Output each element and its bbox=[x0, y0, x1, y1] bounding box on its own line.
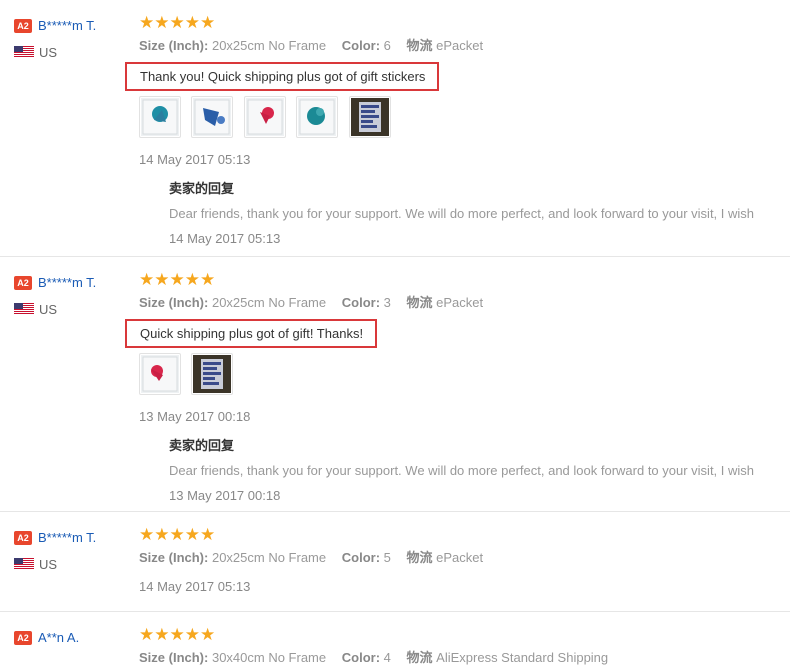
color-value: 6 bbox=[383, 38, 391, 53]
review-item: A2 B*****m T. US ★★★★★ Size (Inch): 20x25… bbox=[0, 511, 790, 612]
us-flag-icon bbox=[14, 45, 34, 60]
reviewer: A2 B*****m T. US bbox=[14, 274, 96, 318]
star-rating: ★★★★★ bbox=[139, 625, 216, 644]
review-date: 14 May 2017 05:13 bbox=[139, 579, 251, 594]
color-value: 5 bbox=[383, 550, 391, 565]
review-content: ★★★★★ Size (Inch): 20x25cm No Frame Colo… bbox=[125, 13, 790, 246]
size-value: 20x25cm No Frame bbox=[211, 295, 327, 310]
seller-reply: 卖家的回复 Dear friends, thank you for your s… bbox=[169, 181, 790, 246]
us-flag-icon bbox=[14, 557, 34, 572]
star-rating: ★★★★★ bbox=[139, 13, 216, 32]
shipping-label: 物流 bbox=[406, 650, 433, 665]
star-rating: ★★★★★ bbox=[139, 270, 216, 289]
review-photo[interactable] bbox=[243, 96, 286, 138]
level-badge: A2 bbox=[14, 18, 32, 33]
size-label: Size (Inch): bbox=[139, 550, 209, 565]
star-rating: ★★★★★ bbox=[139, 525, 216, 544]
review-date: 13 May 2017 00:18 bbox=[139, 409, 251, 424]
country-name: US bbox=[39, 557, 58, 573]
review-item: A2 B*****m T. US ★★★★★ Size (Inch): 20x25… bbox=[0, 256, 790, 512]
color-value: 3 bbox=[383, 295, 391, 310]
review-text: Thank you! Quick shipping plus got of gi… bbox=[125, 62, 440, 91]
reviewer-name[interactable]: B*****m T. bbox=[38, 530, 96, 545]
reply-date: 14 May 2017 05:13 bbox=[169, 231, 281, 246]
size-value: 20x25cm No Frame bbox=[211, 550, 327, 565]
review-photo[interactable] bbox=[139, 353, 181, 395]
color-label: Color: bbox=[341, 550, 381, 565]
review-content: ★★★★★ Size (Inch): 20x25cm No Frame Colo… bbox=[125, 270, 790, 503]
review-text: Quick shipping plus got of gift! Thanks! bbox=[125, 319, 378, 348]
reviewer-name[interactable]: B*****m T. bbox=[38, 18, 96, 33]
color-label: Color: bbox=[341, 38, 381, 53]
size-value: 20x25cm No Frame bbox=[211, 38, 327, 53]
review-photos bbox=[139, 96, 790, 138]
reply-text: Dear friends, thank you for your support… bbox=[169, 463, 755, 478]
us-flag-icon bbox=[14, 302, 34, 317]
review-photo[interactable] bbox=[191, 96, 234, 138]
reply-title: 卖家的回复 bbox=[169, 181, 235, 196]
reviewer: A2 A**n A. bbox=[14, 629, 79, 647]
order-info: Size (Inch): 20x25cm No Frame Color: 3 物… bbox=[139, 295, 790, 311]
level-badge: A2 bbox=[14, 275, 32, 290]
color-label: Color: bbox=[341, 650, 381, 665]
country-name: US bbox=[39, 45, 58, 61]
review-item: A2 B*****m T. US ★★★★★ Size (Inch): 20x25… bbox=[0, 0, 790, 256]
country-name: US bbox=[39, 302, 58, 318]
reviewer-name[interactable]: A**n A. bbox=[38, 630, 79, 645]
level-badge: A2 bbox=[14, 630, 32, 645]
reviewer-country: US bbox=[14, 44, 96, 61]
order-info: Size (Inch): 20x25cm No Frame Color: 6 物… bbox=[139, 38, 790, 54]
reply-date: 13 May 2017 00:18 bbox=[169, 488, 281, 503]
level-badge: A2 bbox=[14, 530, 32, 545]
shipping-value: ePacket bbox=[436, 295, 484, 310]
seller-reply: 卖家的回复 Dear friends, thank you for your s… bbox=[169, 438, 790, 503]
shipping-value: AliExpress Standard Shipping bbox=[436, 650, 609, 665]
color-label: Color: bbox=[341, 295, 381, 310]
reviewer: A2 B*****m T. US bbox=[14, 17, 96, 61]
reply-text: Dear friends, thank you for your support… bbox=[169, 206, 755, 221]
review-item: A2 A**n A. ★★★★★ Size (Inch): 30x40cm No … bbox=[0, 611, 790, 666]
review-photo[interactable] bbox=[348, 96, 391, 138]
reviewer-country: US bbox=[14, 556, 96, 573]
size-label: Size (Inch): bbox=[139, 38, 209, 53]
size-label: Size (Inch): bbox=[139, 650, 209, 665]
size-value: 30x40cm No Frame bbox=[211, 650, 327, 665]
order-info: Size (Inch): 30x40cm No Frame Color: 4 物… bbox=[139, 650, 790, 666]
review-photo[interactable] bbox=[296, 96, 339, 138]
review-photo[interactable] bbox=[139, 96, 181, 138]
reviewer-name[interactable]: B*****m T. bbox=[38, 275, 96, 290]
shipping-label: 物流 bbox=[406, 295, 433, 310]
review-content: ★★★★★ Size (Inch): 30x40cm No Frame Colo… bbox=[139, 626, 790, 666]
shipping-label: 物流 bbox=[406, 550, 433, 565]
review-content: ★★★★★ Size (Inch): 20x25cm No Frame Colo… bbox=[139, 525, 790, 595]
color-value: 4 bbox=[383, 650, 391, 665]
reviewer-country: US bbox=[14, 301, 96, 318]
shipping-value: ePacket bbox=[436, 550, 484, 565]
review-photo[interactable] bbox=[191, 353, 234, 395]
shipping-label: 物流 bbox=[406, 38, 433, 53]
order-info: Size (Inch): 20x25cm No Frame Color: 5 物… bbox=[139, 550, 790, 566]
shipping-value: ePacket bbox=[436, 38, 484, 53]
reviewer: A2 B*****m T. US bbox=[14, 529, 96, 573]
review-photos bbox=[139, 353, 790, 395]
review-date: 14 May 2017 05:13 bbox=[139, 152, 251, 167]
reply-title: 卖家的回复 bbox=[169, 438, 235, 453]
size-label: Size (Inch): bbox=[139, 295, 209, 310]
